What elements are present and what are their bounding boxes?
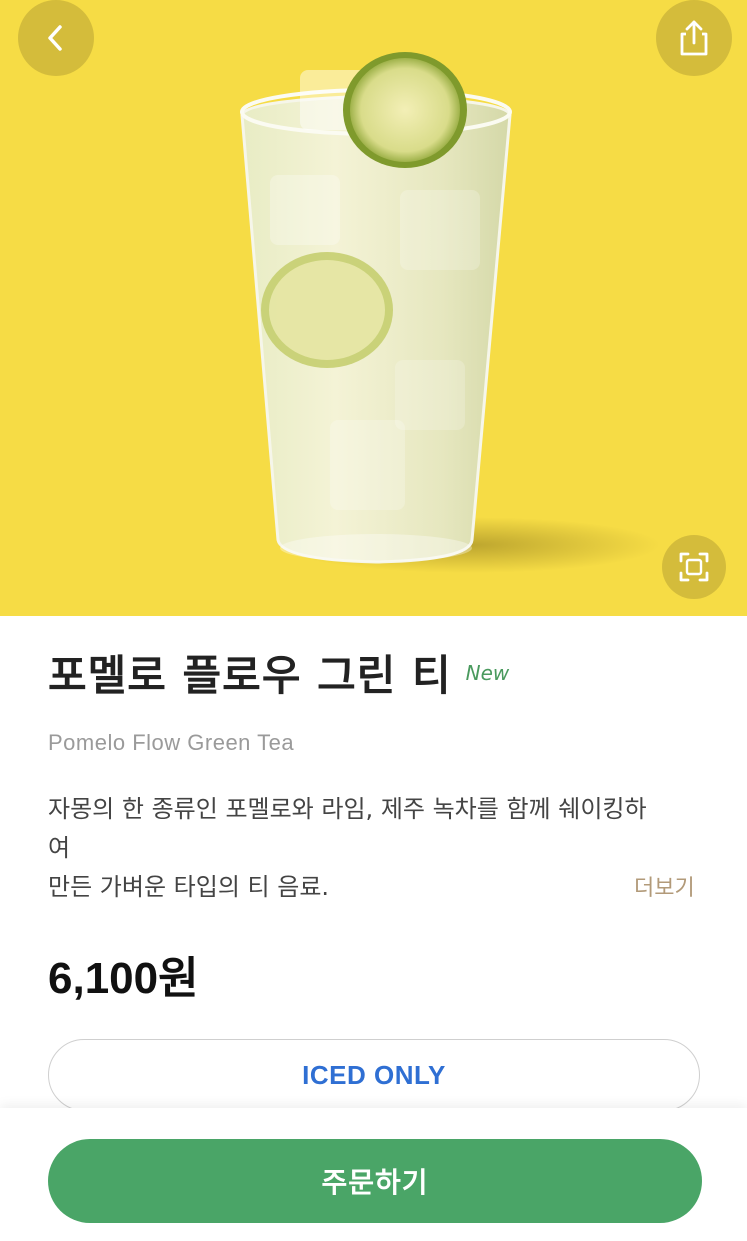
drink-illustration [240,52,660,573]
back-button[interactable] [18,0,94,76]
description-line: 자몽의 한 종류인 포멜로와 라임, 제주 녹차를 함께 쉐이킹하 [48,795,647,823]
product-title: 포멜로 플로우 그린 티 [48,651,452,700]
temperature-option: ICED ONLY [48,1039,700,1111]
product-description: 자몽의 한 종류인 포멜로와 라임, 제주 녹차를 함께 쉐이킹하 여 만든 가… [48,790,698,907]
bottom-action-bar: 주문하기 [0,1108,747,1241]
product-price: 6,100원 [48,954,199,1003]
description-line: 여 [48,834,71,862]
zoom-button[interactable] [662,535,726,599]
share-icon [680,20,708,56]
product-image [0,0,747,616]
more-link[interactable]: 더보기 [634,870,695,902]
order-button[interactable]: 주문하기 [48,1139,702,1223]
expand-icon [679,552,709,582]
title-row: 포멜로 플로우 그린 티 New [48,655,509,697]
description-line: 만든 가벼운 타입의 티 음료. [48,873,330,901]
new-badge: New [465,661,510,685]
share-button[interactable] [656,0,732,76]
chevron-left-icon [48,25,62,51]
product-english-name: Pomelo Flow Green Tea [48,730,295,755]
